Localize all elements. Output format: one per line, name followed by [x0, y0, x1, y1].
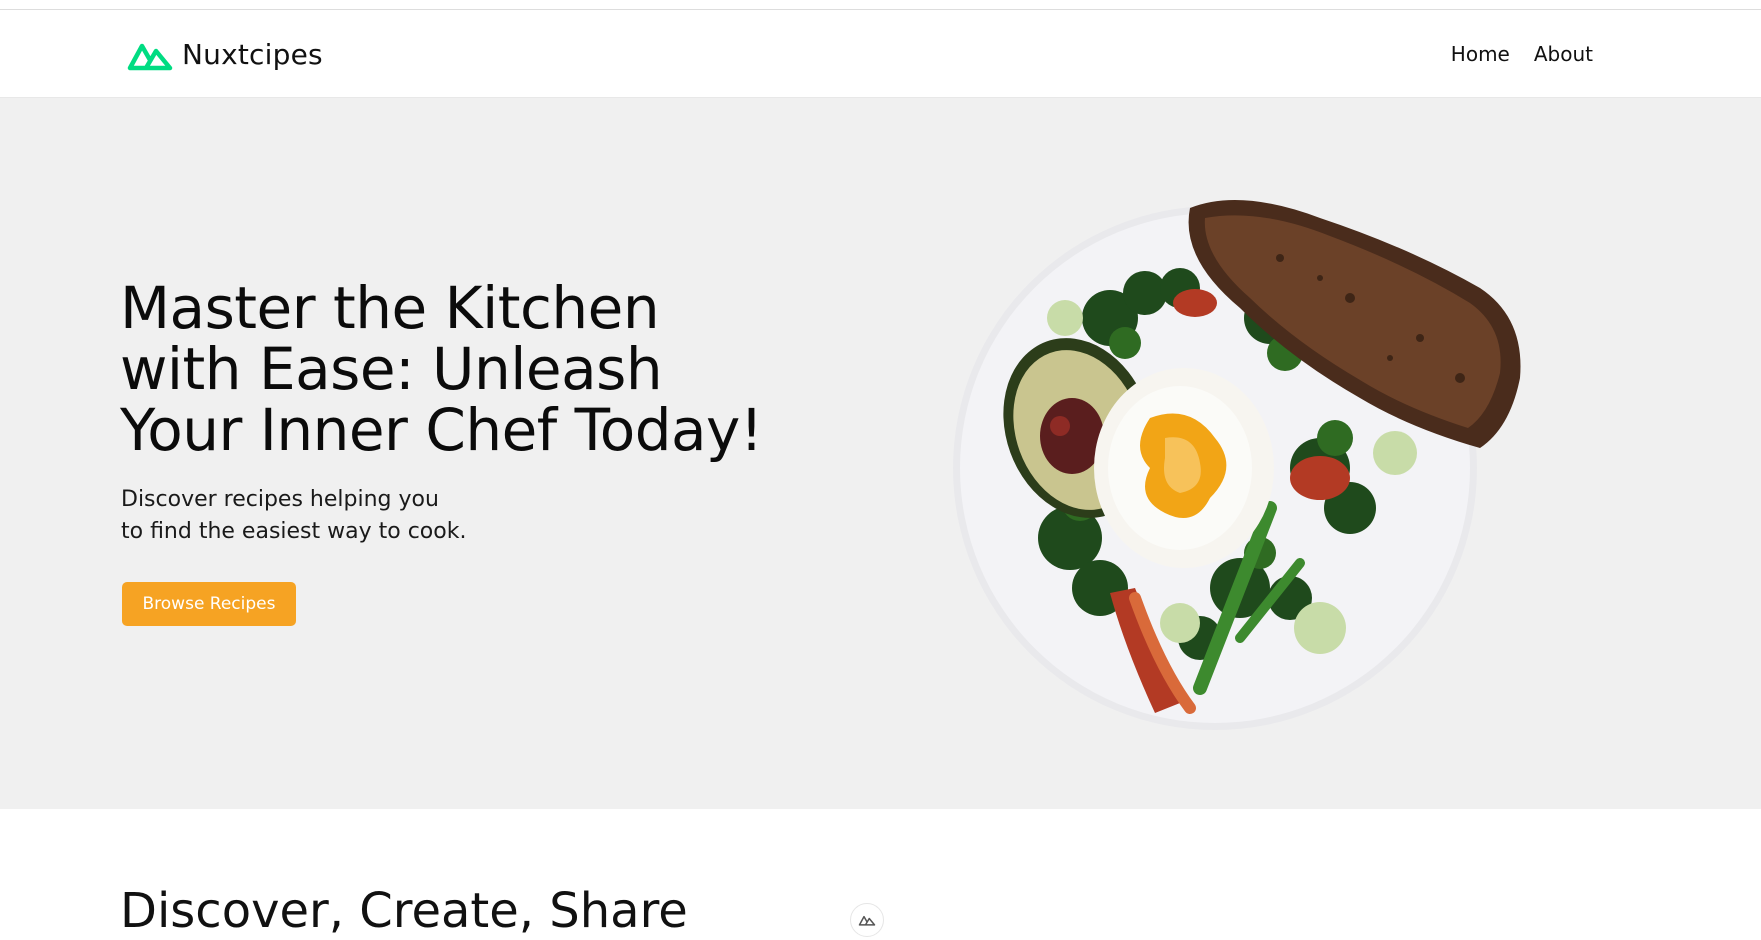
navbar: Nuxtcipes Home About	[0, 10, 1761, 98]
hero-title-line: Your Inner Chef Today!	[120, 396, 763, 464]
nuxt-devtools-button[interactable]	[850, 903, 884, 937]
hero-food-image	[953, 200, 1521, 730]
hero-section: Master the Kitchen with Ease: Unleash Yo…	[0, 98, 1761, 809]
hero-subtitle-line: to find the easiest way to cook.	[121, 519, 467, 544]
hero-subtitle-line: Discover recipes helping you	[121, 487, 439, 512]
hero-title: Master the Kitchen with Ease: Unleash Yo…	[120, 278, 820, 461]
brand-name: Nuxtcipes	[182, 38, 323, 71]
hero-title-line: Master the Kitchen	[120, 274, 660, 342]
section-heading: Discover, Create, Share	[120, 883, 688, 939]
hero-subtitle: Discover recipes helping you to find the…	[121, 484, 466, 548]
nav-home-link[interactable]: Home	[1451, 40, 1510, 68]
main-nav: Home About	[1451, 40, 1593, 68]
nav-about-link[interactable]: About	[1534, 40, 1593, 68]
browse-recipes-button[interactable]: Browse Recipes	[122, 582, 296, 626]
nuxt-logo-icon	[127, 43, 173, 71]
nuxt-devtools-icon	[858, 915, 876, 926]
brand-link[interactable]: Nuxtcipes	[126, 34, 323, 76]
hero-title-line: with Ease: Unleash	[120, 335, 663, 403]
